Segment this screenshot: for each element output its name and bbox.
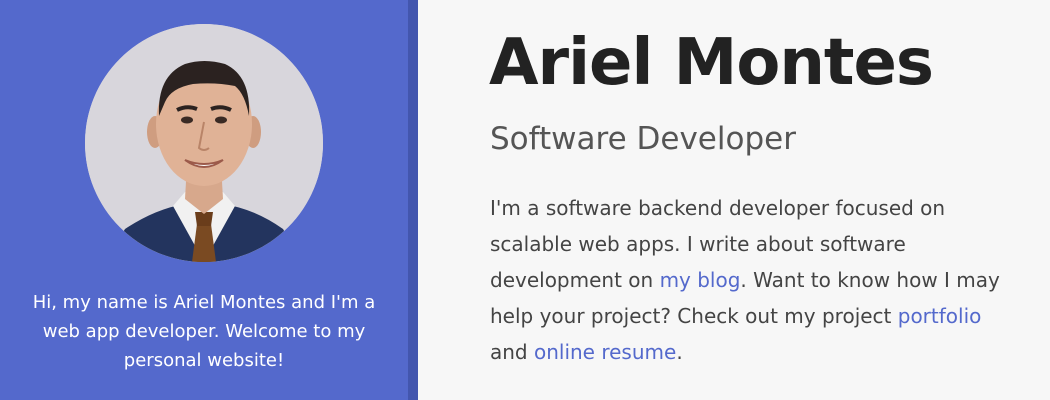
bio-text: and	[490, 340, 534, 364]
avatar-photo	[85, 24, 323, 262]
bio-text: .	[676, 340, 683, 364]
bio-paragraph: I'm a software backend developer focused…	[490, 190, 1010, 370]
blog-link[interactable]: my blog	[660, 268, 741, 292]
avatar	[85, 24, 323, 262]
resume-link[interactable]: online resume	[534, 340, 676, 364]
profile-sidebar: Hi, my name is Ariel Montes and I'm a we…	[0, 0, 418, 400]
main-content: Ariel Montes Software Developer I'm a so…	[418, 0, 1050, 400]
page: Hi, my name is Ariel Montes and I'm a we…	[0, 0, 1050, 400]
intro-text: Hi, my name is Ariel Montes and I'm a we…	[32, 292, 376, 371]
portfolio-link[interactable]: portfolio	[898, 304, 982, 328]
job-title: Software Developer	[490, 121, 796, 157]
page-title: Ariel Montes	[489, 26, 934, 100]
